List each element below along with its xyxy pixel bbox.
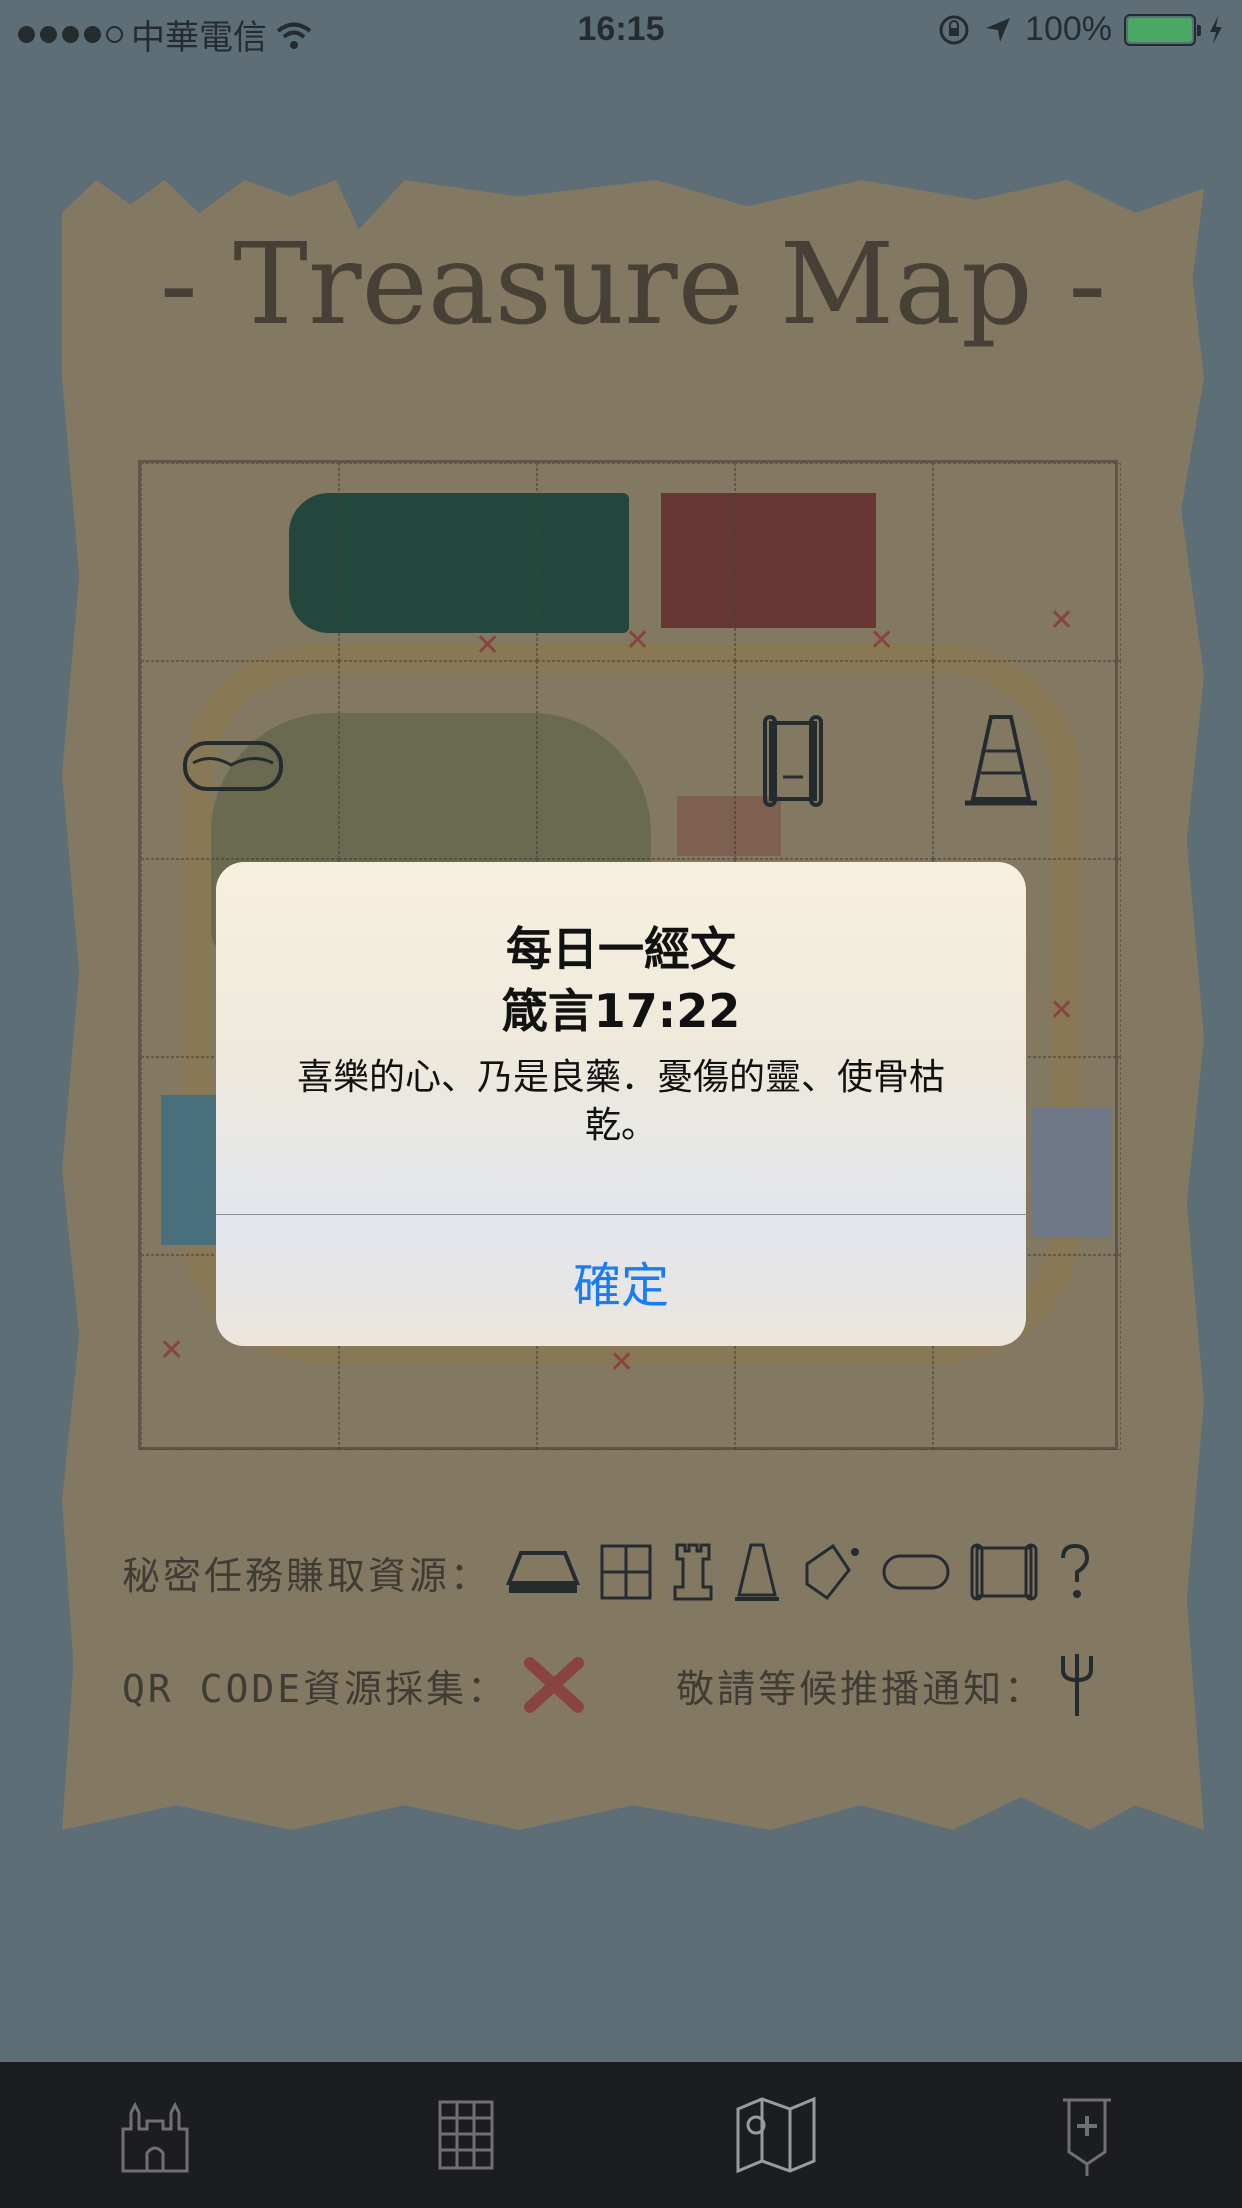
tab-grid[interactable]	[311, 2062, 622, 2208]
alert-title-line2: 箴言17:22	[501, 984, 741, 1038]
alert-title: 每日一經文 箴言17:22	[216, 918, 1026, 1042]
alert-dialog: 每日一經文 箴言17:22 喜樂的心、乃是良藥．憂傷的靈、使骨枯乾。 確定	[216, 862, 1026, 1346]
confirm-button[interactable]: 確定	[216, 1215, 1026, 1346]
alert-message: 喜樂的心、乃是良藥．憂傷的靈、使骨枯乾。	[296, 1057, 945, 1146]
alert-title-line1: 每日一經文	[506, 922, 736, 976]
castle-icon	[121, 2101, 189, 2173]
tab-map[interactable]	[621, 2062, 932, 2208]
tab-castle[interactable]	[0, 2062, 311, 2208]
grid-icon	[438, 2100, 494, 2170]
tab-banner[interactable]	[932, 2062, 1242, 2208]
banner-icon	[1062, 2098, 1111, 2176]
tab-bar	[0, 2062, 1242, 2208]
map-icon	[736, 2096, 816, 2174]
